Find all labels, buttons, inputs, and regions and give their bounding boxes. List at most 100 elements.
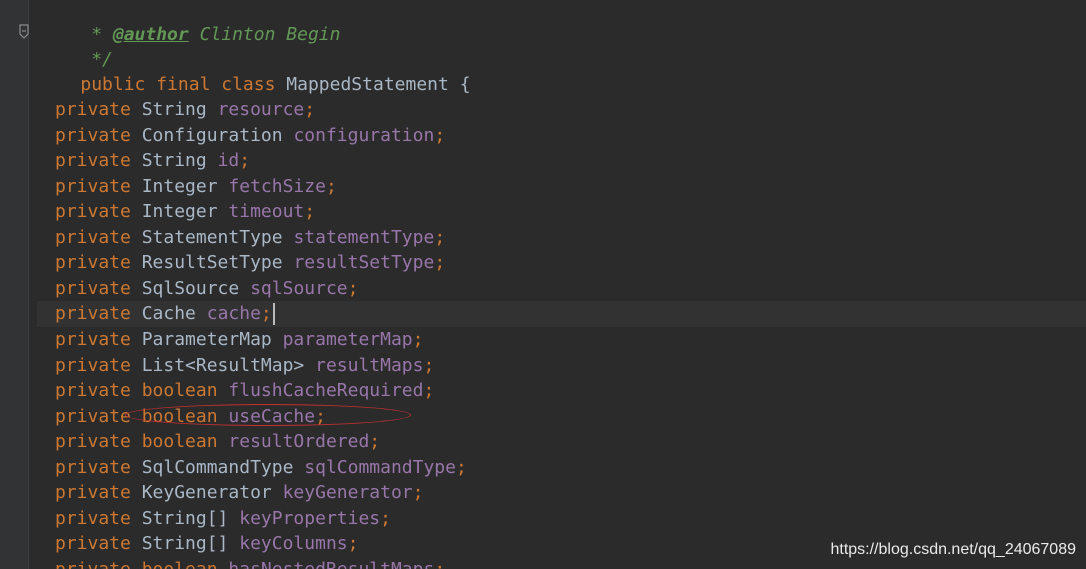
semicolon: ; bbox=[412, 328, 424, 350]
field-type: Configuration bbox=[141, 124, 283, 146]
access-modifier: private bbox=[55, 456, 131, 478]
access-modifier: private bbox=[55, 150, 131, 172]
field-name: sqlSource bbox=[250, 277, 348, 299]
semicolon: ; bbox=[423, 380, 435, 402]
access-modifier: private bbox=[55, 328, 131, 350]
access-modifier: private bbox=[55, 252, 131, 274]
field-name: timeout bbox=[228, 201, 305, 223]
code-editor[interactable]: * @author Clinton Begin */ public final … bbox=[37, 0, 1086, 569]
field-name: fetchSize bbox=[228, 175, 326, 197]
field-declaration-line: private String id; bbox=[37, 148, 1086, 174]
field-name: cache bbox=[206, 303, 261, 325]
comment-line-end: */ bbox=[37, 21, 1086, 70]
access-modifier: private bbox=[55, 507, 131, 529]
access-modifier: private bbox=[55, 482, 131, 504]
semicolon: ; bbox=[325, 175, 337, 197]
semicolon: ; bbox=[423, 354, 435, 376]
semicolon: ; bbox=[434, 252, 446, 274]
field-type: SqlSource bbox=[141, 277, 240, 299]
semicolon: ; bbox=[304, 99, 316, 120]
field-declaration-line: private SqlCommandType sqlCommandType; bbox=[37, 455, 1086, 481]
field-name: sqlCommandType bbox=[304, 456, 456, 478]
field-declaration-line: private Cache cache; bbox=[37, 301, 1086, 327]
field-name: resultSetType bbox=[293, 252, 435, 274]
field-type: StatementType bbox=[141, 226, 283, 248]
field-declaration-line: private KeyGenerator keyGenerator; bbox=[37, 480, 1086, 506]
red-annotation-circle bbox=[125, 404, 411, 426]
field-type: Integer bbox=[141, 201, 218, 223]
semicolon: ; bbox=[434, 559, 445, 569]
semicolon: ; bbox=[434, 226, 446, 248]
field-declaration-line: private Integer timeout; bbox=[37, 199, 1086, 225]
field-type: KeyGenerator bbox=[141, 482, 272, 504]
class-modifiers: public final class bbox=[80, 73, 276, 95]
field-type: ResultSetType bbox=[141, 252, 283, 274]
field-declaration-line: private Configuration configuration; bbox=[37, 123, 1086, 149]
field-name: statementType bbox=[293, 226, 435, 248]
field-name: keyProperties bbox=[239, 507, 381, 529]
field-type: boolean bbox=[141, 431, 218, 453]
field-type: boolean bbox=[141, 380, 218, 402]
editor-gutter[interactable] bbox=[0, 0, 28, 569]
access-modifier: private bbox=[55, 533, 131, 555]
semicolon: ; bbox=[434, 124, 446, 146]
field-name: parameterMap bbox=[282, 328, 413, 350]
field-name: resource bbox=[217, 99, 305, 120]
semicolon: ; bbox=[347, 533, 359, 555]
field-declaration-line: private boolean flushCacheRequired; bbox=[37, 378, 1086, 404]
class-open-brace: { bbox=[459, 73, 471, 95]
field-declaration-line: private SqlSource sqlSource; bbox=[37, 276, 1086, 302]
class-name: MappedStatement bbox=[286, 73, 449, 95]
field-name: flushCacheRequired bbox=[228, 380, 424, 402]
semicolon: ; bbox=[260, 303, 272, 325]
field-declaration-line: private List<ResultMap> resultMaps; bbox=[37, 353, 1086, 379]
access-modifier: private bbox=[55, 175, 131, 197]
access-modifier: private bbox=[55, 405, 131, 427]
semicolon: ; bbox=[455, 456, 467, 478]
access-modifier: private bbox=[55, 303, 131, 325]
access-modifier: private bbox=[55, 354, 131, 376]
comment-line-author: * @author Clinton Begin bbox=[37, 0, 1086, 45]
access-modifier: private bbox=[55, 201, 131, 223]
access-modifier: private bbox=[55, 431, 131, 453]
class-declaration: public final class MappedStatement { bbox=[37, 46, 1086, 95]
field-type: SqlCommandType bbox=[141, 456, 294, 478]
field-type: boolean bbox=[142, 559, 218, 569]
field-name: id bbox=[217, 150, 240, 172]
field-declaration-line: private ParameterMap parameterMap; bbox=[37, 327, 1086, 353]
access-modifier: private bbox=[55, 124, 131, 146]
field-type: List<ResultMap> bbox=[141, 354, 305, 376]
field-name: configuration bbox=[293, 124, 435, 146]
field-type: String bbox=[141, 150, 207, 172]
fold-marker-icon[interactable] bbox=[18, 24, 32, 40]
access-modifier: private bbox=[55, 559, 131, 569]
access-modifier: private bbox=[55, 99, 131, 120]
access-modifier: private bbox=[55, 380, 131, 402]
text-caret bbox=[272, 303, 275, 326]
field-name: hasNestedResultMaps bbox=[228, 559, 434, 569]
semicolon: ; bbox=[412, 482, 424, 504]
field-name: keyColumns bbox=[239, 533, 348, 555]
field-declaration-line: private ResultSetType resultSetType; bbox=[37, 250, 1086, 276]
field-declaration-line: private boolean resultOrdered; bbox=[37, 429, 1086, 455]
field-declaration-line: private StatementType statementType; bbox=[37, 225, 1086, 251]
field-declaration-line: private String[] keyProperties; bbox=[37, 506, 1086, 532]
field-name: resultMaps bbox=[315, 354, 424, 376]
field-type: ParameterMap bbox=[141, 328, 272, 350]
field-declaration-line: private String resource; bbox=[37, 97, 1086, 123]
field-name: resultOrdered bbox=[228, 431, 370, 453]
semicolon: ; bbox=[369, 431, 381, 453]
field-type: String[] bbox=[141, 507, 229, 529]
field-type: Cache bbox=[141, 303, 196, 325]
semicolon: ; bbox=[239, 150, 251, 172]
field-name: keyGenerator bbox=[282, 482, 413, 504]
field-type: Integer bbox=[141, 175, 218, 197]
semicolon: ; bbox=[304, 201, 316, 223]
field-declaration-line: private Integer fetchSize; bbox=[37, 174, 1086, 200]
access-modifier: private bbox=[55, 277, 131, 299]
gutter-divider bbox=[28, 0, 29, 569]
watermark: https://blog.csdn.net/qq_24067089 bbox=[830, 541, 1076, 558]
access-modifier: private bbox=[55, 226, 131, 248]
semicolon: ; bbox=[380, 507, 391, 529]
semicolon: ; bbox=[347, 277, 359, 299]
